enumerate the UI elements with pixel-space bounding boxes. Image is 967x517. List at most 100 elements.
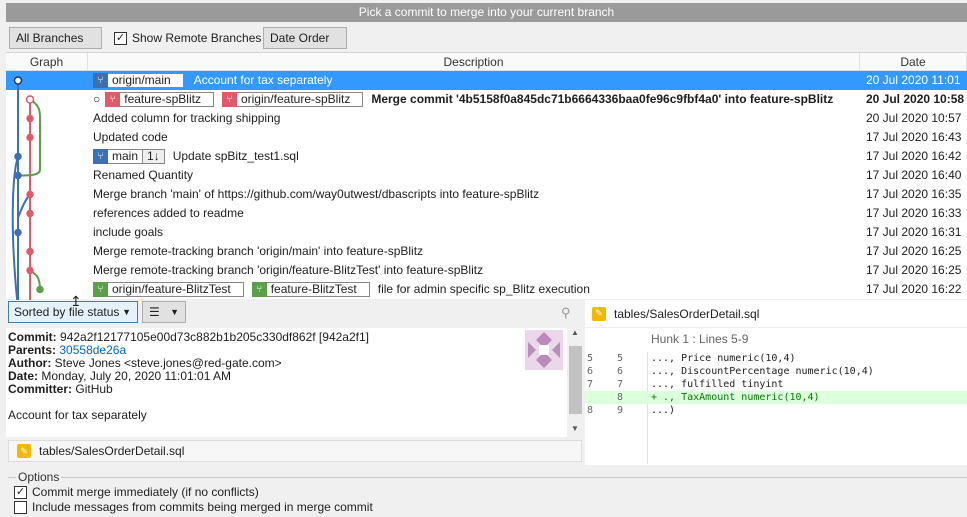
commit-message: Update spBitz_test1.sql	[172, 149, 299, 163]
commit-date: 17 Jul 2020 16:42	[866, 149, 962, 163]
details-scrollbar[interactable]: ▲ ▼	[567, 328, 584, 437]
commit-row[interactable]: references added to readme 17 Jul 2020 16…	[6, 204, 967, 223]
branch-icon: ⑂	[93, 73, 108, 88]
changed-file-item[interactable]: ✎ tables/SalesOrderDetail.sql	[8, 440, 582, 462]
commit-node[interactable]	[26, 209, 34, 218]
commit-date: 17 Jul 2020 16:25	[866, 263, 962, 277]
diff-line: 7 7 ..., fulfilled tinyint	[585, 378, 967, 391]
commit-date: 17 Jul 2020 16:25	[866, 244, 962, 258]
commit-date: 17 Jul 2020 16:22	[866, 282, 962, 296]
commit-node[interactable]	[14, 171, 22, 180]
commit-description: Merge remote-tracking branch 'origin/mai…	[93, 242, 423, 261]
commit-message: Merge commit '4b5158f0a845dc71b6664336ba…	[371, 92, 834, 106]
diff-code: ..., Price numeric(10,4)	[651, 353, 796, 364]
show-remote-branches-checkbox[interactable]: ✓ Show Remote Branches	[114, 31, 261, 45]
commit-row[interactable]: Merge remote-tracking branch 'origin/fea…	[6, 261, 967, 280]
commit-message: Merge remote-tracking branch 'origin/mai…	[93, 244, 424, 258]
options-legend: Options	[16, 470, 62, 484]
commit-node[interactable]	[26, 266, 34, 275]
commit-immediately-checkbox[interactable]: ✓ Commit merge immediately (if no confli…	[14, 485, 259, 499]
commit-row[interactable]: ⑂ origin/main Account for tax separately 20…	[6, 71, 967, 90]
commit-row[interactable]: ⑂ origin/feature-BlitzTest ⑂ feature-BlitzT…	[6, 280, 967, 299]
commit-description: ○ ⑂ feature-spBlitz ⑂ origin/feature-spBlitz…	[93, 90, 833, 109]
chevron-down-icon: ▼	[170, 307, 179, 317]
commit-node[interactable]	[25, 95, 35, 104]
commit-row[interactable]: ⑂ main 1↓ Update spBitz_test1.sql 17 Jul 202…	[6, 147, 967, 166]
branch-tag[interactable]: ⑂ feature-spBlitz	[105, 92, 214, 107]
commit-message: include goals	[93, 225, 164, 239]
commit-message: file for admin specific sp_Blitz executi…	[377, 282, 590, 296]
commit-date: 17 Jul 2020 16:31	[866, 225, 962, 239]
commit-row[interactable]: Added column for tracking shipping 20 Jul…	[6, 109, 967, 128]
view-mode-dropdown[interactable]: ☰ ▼	[142, 301, 186, 323]
chevron-down-icon[interactable]: ▼	[571, 424, 579, 433]
search-icon[interactable]: ⚲	[561, 305, 571, 321]
commit-node[interactable]	[36, 285, 44, 294]
branch-tag-label: main	[112, 149, 139, 163]
commit-message: Account for tax separately	[8, 408, 147, 422]
old-line-number: 8	[587, 405, 594, 416]
column-header-graph[interactable]: Graph	[6, 53, 88, 71]
dialog-title: Pick a commit to merge into your current…	[6, 3, 967, 22]
commit-row[interactable]: Merge branch 'main' of https://github.co…	[6, 185, 967, 204]
commit-date: 17 Jul 2020 16:43	[866, 130, 962, 144]
branch-tag-label: feature-BlitzTest	[270, 282, 357, 296]
parent-hash-link[interactable]: 30558de26a	[59, 343, 126, 357]
show-remote-branches-label: Show Remote Branches	[132, 31, 262, 45]
hunk-header: Hunk 1 : Lines 5-9	[651, 332, 749, 346]
commit-hash: 942a2f12177105e00d73c882b1b205c330df862f…	[60, 330, 369, 344]
commit-node[interactable]	[26, 190, 34, 199]
commit-node[interactable]	[14, 228, 22, 237]
branch-tag[interactable]: ⑂ origin/main	[93, 73, 184, 88]
commit-graph-table: Graph Description Date ⑂ origin/main Accou…	[6, 52, 967, 300]
new-line-number: 5	[617, 353, 624, 364]
branch-tag-label: feature-spBlitz	[124, 92, 201, 106]
commit-date: 20 Jul 2020 11:01	[866, 73, 961, 87]
commit-node[interactable]	[26, 247, 34, 256]
commit-row[interactable]: ○ ⑂ feature-spBlitz ⑂ origin/feature-spBlitz…	[6, 90, 967, 109]
column-header-date[interactable]: Date	[860, 53, 967, 71]
changed-file-name: tables/SalesOrderDetail.sql	[39, 444, 185, 458]
committer-label: Committer:	[8, 382, 73, 396]
list-icon: ☰	[149, 305, 160, 319]
author-label: Author:	[8, 356, 52, 370]
commit-description: ⑂ origin/feature-BlitzTest ⑂ feature-BlitzT…	[93, 280, 590, 299]
commit-node[interactable]	[26, 114, 34, 123]
branches-dropdown-label: All Branches	[16, 31, 84, 45]
column-header-description[interactable]: Description	[88, 53, 860, 71]
diff-line-added: 8 + ., TaxAmount numeric(10,4)	[585, 391, 967, 404]
chevron-up-icon[interactable]: ▲	[571, 328, 579, 337]
commit-message: references added to readme	[93, 206, 244, 220]
branch-tag[interactable]: ⑂ origin/feature-spBlitz	[221, 92, 364, 107]
file-modified-icon: ✎	[17, 444, 31, 458]
branch-tag[interactable]: ⑂ main 1↓	[93, 149, 165, 164]
include-messages-checkbox[interactable]: Include messages from commits being merg…	[14, 500, 373, 514]
branch-tag[interactable]: ⑂ origin/feature-BlitzTest	[93, 282, 244, 297]
commit-row[interactable]: include goals 17 Jul 2020 16:31	[6, 223, 967, 242]
diff-file-name: tables/SalesOrderDetail.sql	[614, 306, 760, 321]
commit-description: ⑂ origin/main Account for tax separately	[93, 71, 332, 90]
branch-tag-label: origin/feature-BlitzTest	[112, 282, 231, 296]
commit-node[interactable]	[13, 76, 23, 85]
branch-tag-label: origin/main	[112, 73, 171, 87]
commit-row[interactable]: Updated code 17 Jul 2020 16:43	[6, 128, 967, 147]
branches-dropdown[interactable]: All Branches▼	[9, 27, 102, 64]
commit-description: Added column for tracking shipping	[93, 109, 280, 128]
branch-icon: ⑂	[93, 149, 108, 164]
committer-value: GitHub	[75, 382, 113, 396]
include-messages-label: Include messages from commits being merg…	[32, 500, 373, 514]
order-dropdown[interactable]: Date Order▼	[263, 27, 347, 64]
branch-icon: ⑂	[221, 92, 237, 107]
diff-lines: 5 5 ..., Price numeric(10,4) 6 6 ..., Discoun…	[585, 352, 967, 417]
commit-node[interactable]	[14, 152, 22, 161]
commit-immediately-label: Commit merge immediately (if no conflict…	[32, 485, 259, 499]
commit-row[interactable]: Merge remote-tracking branch 'origin/mai…	[6, 242, 967, 261]
commit-node[interactable]	[26, 133, 34, 142]
commit-row[interactable]: Renamed Quantity 17 Jul 2020 16:40	[6, 166, 967, 185]
scrollbar-thumb[interactable]	[569, 346, 582, 414]
branch-tag[interactable]: ⑂ feature-BlitzTest	[251, 282, 370, 297]
commit-date: 20 Jul 2020 10:58	[866, 92, 965, 106]
diff-code: ..., fulfilled tinyint	[651, 379, 784, 390]
commit-description: references added to readme	[93, 204, 244, 223]
commit-description: Merge branch 'main' of https://github.co…	[93, 185, 539, 204]
